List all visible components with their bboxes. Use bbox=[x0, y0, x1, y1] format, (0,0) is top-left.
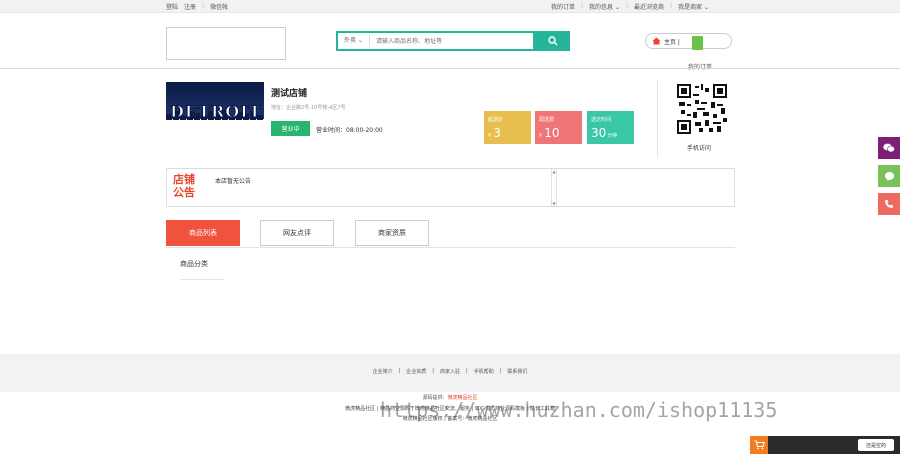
tab-qualification[interactable]: 商家资质 bbox=[355, 220, 429, 246]
scroll-down-arrow-icon[interactable]: ▼ bbox=[552, 201, 555, 206]
stat-label: 送达时间 bbox=[591, 117, 612, 123]
footer-link-join[interactable]: 商家入驻 bbox=[440, 368, 460, 375]
register-link[interactable]: 注册 bbox=[184, 2, 196, 11]
divider: | bbox=[398, 368, 401, 374]
currency-symbol: ¥ bbox=[488, 133, 492, 139]
site-logo-placeholder[interactable] bbox=[166, 27, 286, 60]
stat-value-wrap: 30分钟 bbox=[591, 126, 617, 140]
cart-icon bbox=[754, 440, 765, 450]
product-category-heading: 商品分类 bbox=[180, 260, 208, 268]
top-bar-left: 登陆 注册 | 微信帐 bbox=[166, 2, 228, 11]
stat-value-wrap: ¥10 bbox=[539, 126, 559, 140]
stat-label: 配送费 bbox=[539, 117, 555, 123]
wechat-link[interactable]: 微信帐 bbox=[210, 2, 228, 11]
divider: | bbox=[625, 2, 629, 9]
divider: | bbox=[432, 368, 434, 374]
search-icon bbox=[547, 36, 557, 46]
store-notice-panel: 店铺公告 本店暂无公告 ▲ ▼ bbox=[166, 168, 735, 207]
store-banner-image: DETROIT bbox=[166, 82, 264, 144]
my-info-menu[interactable]: 我的信息 ⌄ bbox=[589, 2, 620, 11]
orders-icon[interactable] bbox=[692, 36, 703, 50]
scroll-up-arrow-icon[interactable]: ▲ bbox=[552, 169, 555, 174]
watermark: https://www.huzhan.com/ishop11135 bbox=[380, 398, 778, 422]
divider: | bbox=[466, 368, 468, 374]
search-category-select[interactable]: 外卖 ⌄ bbox=[338, 35, 370, 47]
stat-unit: 分钟 bbox=[607, 133, 618, 139]
footer-link-about[interactable]: 企业简介 bbox=[373, 368, 393, 375]
store-name: 测试店铺 bbox=[271, 89, 308, 99]
qr-label: 手机访问 bbox=[687, 145, 712, 152]
top-bar: 登陆 注册 | 微信帐 我的订单 | 我的信息 ⌄ | 最近浏览商 | 我是商家… bbox=[0, 0, 900, 13]
divider: | bbox=[670, 2, 673, 9]
wechat-button[interactable] bbox=[878, 137, 900, 159]
notice-text: 本店暂无公告 bbox=[215, 178, 252, 185]
merchant-menu[interactable]: 我是商家 ⌄ bbox=[678, 2, 709, 11]
store-address: 地址：企业路2号-10号楼-4区7号 bbox=[271, 105, 346, 111]
search-button[interactable] bbox=[535, 31, 570, 51]
stat-value: 30 bbox=[591, 126, 607, 140]
divider: | bbox=[202, 2, 205, 9]
phone-icon bbox=[885, 200, 893, 208]
stat-value: 10 bbox=[544, 126, 560, 140]
qr-area: 手机访问 bbox=[657, 80, 735, 157]
phone-button[interactable] bbox=[878, 193, 900, 215]
top-bar-right: 我的订单 | 我的信息 ⌄ | 最近浏览商 | 我是商家 ⌄ bbox=[551, 2, 709, 11]
footer-link-mobile-help[interactable]: 手机帮助 bbox=[474, 368, 494, 375]
my-orders-link[interactable]: 我的订单 bbox=[551, 2, 575, 11]
chat-button[interactable] bbox=[878, 165, 900, 187]
min-order-stat: 起送价 ¥3 bbox=[484, 111, 531, 144]
store-hours: 营业时间：08:00-20:00 bbox=[316, 127, 383, 134]
cart-button[interactable] bbox=[750, 436, 768, 454]
cart-empty-tip: 还是空的 bbox=[858, 439, 894, 451]
open-status-badge: 营业中 bbox=[271, 121, 310, 136]
stat-value: 3 bbox=[493, 126, 501, 140]
footer-link-contact[interactable]: 联系我们 bbox=[507, 368, 527, 375]
login-link[interactable]: 登陆 bbox=[166, 2, 178, 11]
delivery-time-stat: 送达时间 30分钟 bbox=[587, 111, 634, 144]
divider: | bbox=[499, 368, 502, 374]
wechat-icon bbox=[883, 143, 895, 153]
orders-label[interactable]: 我的订单 bbox=[688, 62, 712, 71]
search-bar: 外卖 ⌄ bbox=[336, 31, 535, 51]
header-divider bbox=[0, 68, 900, 69]
home-label: 主页 | bbox=[664, 38, 680, 46]
tab-products[interactable]: 商品列表 bbox=[166, 220, 240, 246]
store-image-word: DETROIT bbox=[170, 102, 262, 122]
search-input[interactable] bbox=[370, 34, 520, 48]
stat-label: 起送价 bbox=[488, 117, 504, 123]
category-underline bbox=[180, 279, 224, 280]
footer-links: 企业简介 | 企业资质 | 商家入驻 | 手机帮助 | 联系我们 bbox=[0, 368, 900, 375]
stat-value-wrap: ¥3 bbox=[488, 126, 501, 140]
delivery-fee-stat: 配送费 ¥10 bbox=[535, 111, 582, 144]
notice-badge: 店铺公告 bbox=[173, 173, 195, 199]
home-link[interactable]: 主页 | bbox=[645, 33, 732, 49]
divider: | bbox=[581, 2, 584, 9]
home-icon bbox=[652, 37, 661, 45]
tab-reviews[interactable]: 网友点评 bbox=[260, 220, 334, 246]
recent-browse-link[interactable]: 最近浏览商 bbox=[634, 2, 664, 11]
footer-link-qualification[interactable]: 企业资质 bbox=[406, 368, 426, 375]
cart-bar[interactable]: 还是空的 bbox=[750, 436, 900, 454]
tabs-divider bbox=[166, 247, 735, 248]
currency-symbol: ¥ bbox=[539, 133, 543, 139]
notice-scrollbar[interactable]: ▲ ▼ bbox=[551, 169, 557, 206]
qr-code-image bbox=[677, 84, 727, 134]
chat-icon bbox=[884, 171, 894, 181]
